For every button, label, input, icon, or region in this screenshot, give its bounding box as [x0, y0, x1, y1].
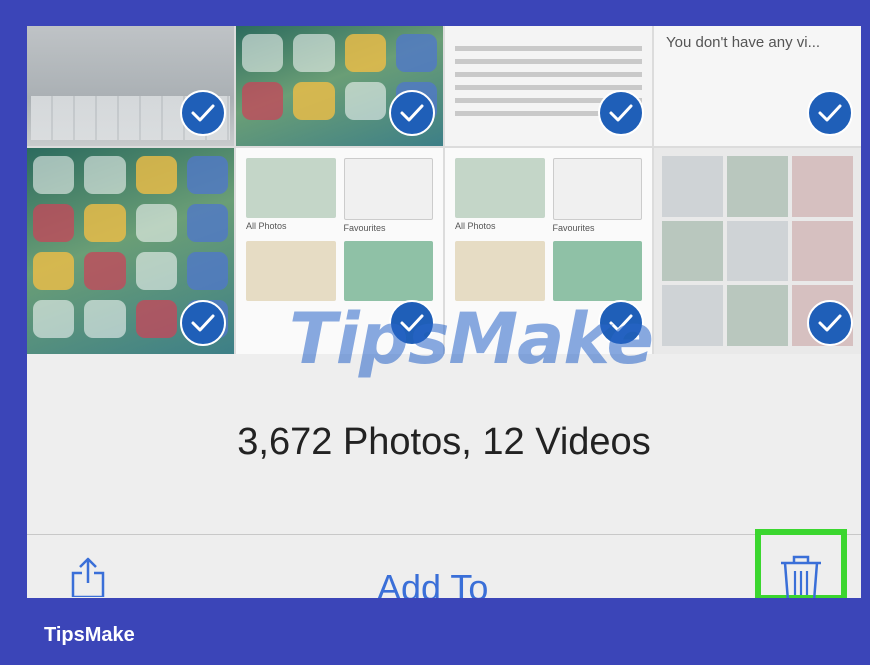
checkmark-icon [389, 90, 435, 136]
photo-tile[interactable] [236, 26, 443, 146]
checkmark-icon [180, 300, 226, 346]
photo-tile[interactable]: You don't have any vi... [654, 26, 861, 146]
add-to-button[interactable]: Add To [377, 567, 488, 598]
photo-tile[interactable]: All Photos Favourites [236, 148, 443, 354]
checkmark-icon [598, 90, 644, 136]
checkmark-icon [598, 300, 644, 346]
album-label: Favourites [552, 223, 595, 233]
trash-button[interactable] [755, 529, 847, 598]
trash-icon [781, 555, 821, 598]
photo-grid: You don't have any vi... All Photos Favo… [27, 26, 861, 354]
empty-message: You don't have any vi... [666, 34, 821, 51]
album-label: All Photos [455, 221, 496, 231]
albums-thumbnail: All Photos Favourites [246, 158, 433, 301]
selection-count: 3,672 Photos, 12 Videos [237, 421, 651, 463]
share-button[interactable] [67, 555, 109, 598]
checkmark-icon [389, 300, 435, 346]
checkmark-icon [807, 90, 853, 136]
checkmark-icon [807, 300, 853, 346]
brand-label: TipsMake [44, 624, 135, 646]
photo-tile[interactable] [445, 26, 652, 146]
bottom-toolbar: Add To [27, 529, 861, 598]
photo-tile[interactable] [27, 26, 234, 146]
photo-tile[interactable] [27, 148, 234, 354]
share-icon [71, 557, 105, 598]
photo-tile[interactable]: All Photos Favourites [445, 148, 652, 354]
checkmark-icon [180, 90, 226, 136]
album-label: Favourites [343, 223, 386, 233]
photo-tile[interactable] [654, 148, 861, 354]
album-label: All Photos [246, 221, 287, 231]
albums-thumbnail: All Photos Favourites [455, 158, 642, 301]
photos-screen: You don't have any vi... All Photos Favo… [27, 26, 861, 598]
